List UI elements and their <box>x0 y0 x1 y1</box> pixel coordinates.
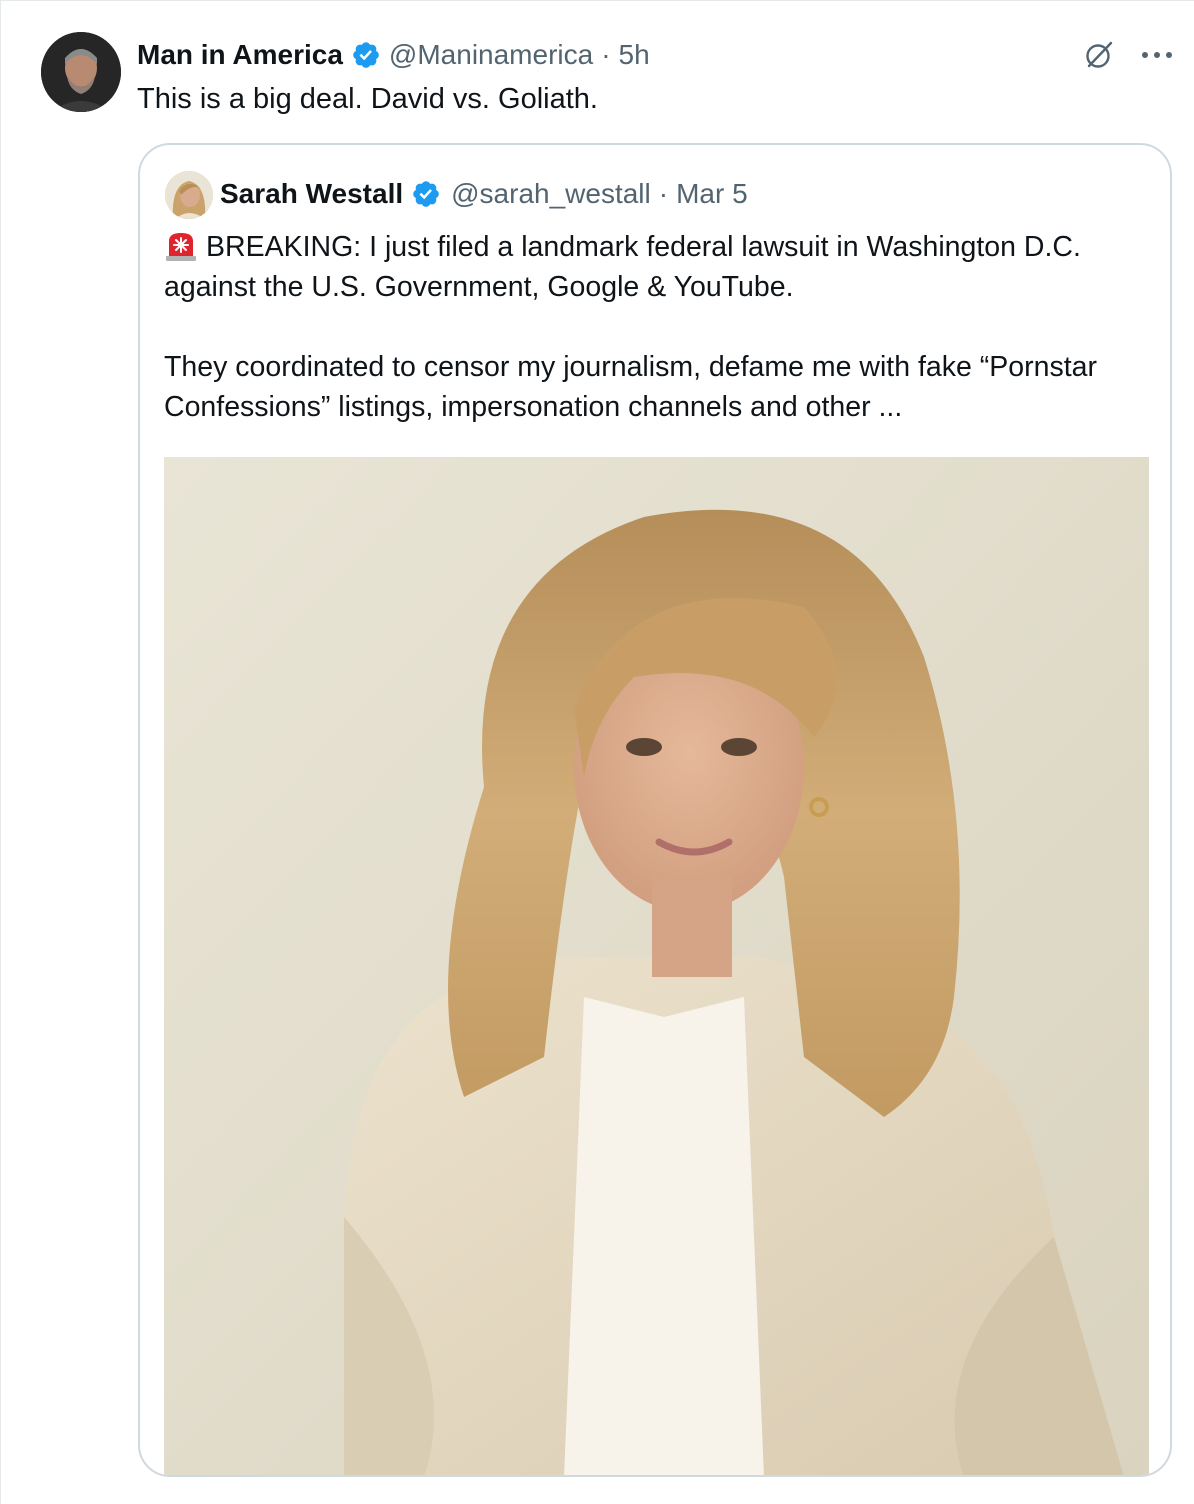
tweet-card[interactable]: Man in America @Maninamerica · 5h This i… <box>0 0 1194 1504</box>
tweet-timestamp[interactable]: 5h <box>619 39 650 71</box>
quoted-paragraph-1: BREAKING: I just filed a landmark federa… <box>164 227 1154 307</box>
author-display-name[interactable]: Man in America <box>137 39 343 71</box>
quoted-tweet[interactable]: Sarah Westall @sarah_westall · Mar 5 BRE… <box>138 143 1172 1477</box>
quoted-paragraph-2: They coordinated to censor my journalism… <box>164 351 1097 423</box>
tweet-text: This is a big deal. David vs. Goliath. <box>137 83 598 115</box>
tweet-header: Man in America @Maninamerica · 5h <box>137 35 650 75</box>
portrait-photo <box>164 457 1149 1475</box>
quoted-tweet-text: BREAKING: I just filed a landmark federa… <box>164 227 1154 427</box>
more-icon <box>1142 52 1172 58</box>
avatar-photo <box>41 32 121 112</box>
verified-badge-icon <box>351 40 381 70</box>
author-avatar[interactable] <box>41 32 121 112</box>
siren-emoji-icon <box>164 231 198 261</box>
quoted-tweet-photo[interactable] <box>164 457 1149 1475</box>
more-options-button[interactable] <box>1137 37 1177 73</box>
separator-dot: · <box>601 39 611 70</box>
quoted-verified-badge-icon <box>411 179 441 209</box>
quoted-paragraph-1-text: BREAKING: I just filed a landmark federa… <box>164 231 1081 303</box>
quoted-tweet-timestamp[interactable]: Mar 5 <box>676 178 748 210</box>
quoted-separator-dot: · <box>658 178 669 209</box>
grok-icon <box>1086 41 1113 68</box>
quoted-author-avatar[interactable] <box>165 171 213 219</box>
quoted-tweet-header: Sarah Westall @sarah_westall · Mar 5 <box>220 173 748 215</box>
quoted-author-display-name[interactable]: Sarah Westall <box>220 178 403 210</box>
author-handle[interactable]: @Maninamerica <box>389 39 593 71</box>
quoted-author-handle[interactable]: @sarah_westall <box>451 178 651 210</box>
grok-button[interactable] <box>1081 37 1117 73</box>
quoted-avatar-photo <box>165 171 213 219</box>
